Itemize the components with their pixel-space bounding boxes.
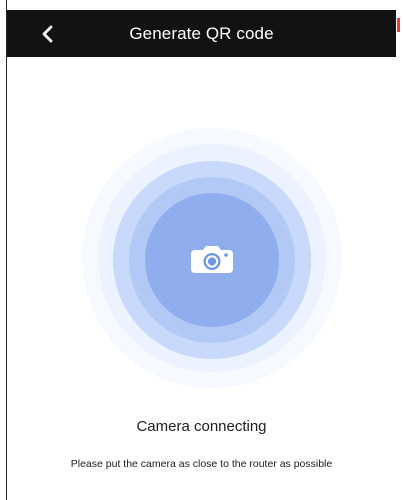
page-title: Generate QR code (129, 24, 274, 43)
edge-marker (397, 18, 400, 32)
generate-qr-screen: Generate QR code Camera connecting Pleas… (0, 0, 403, 500)
pulse-ring-middle (98, 144, 326, 372)
camera-position-hint: Please put the camera as close to the ro… (70, 458, 333, 470)
camera-icon (188, 241, 236, 277)
pulse-ring-core-outer (129, 177, 295, 343)
camera-status-label: Camera connecting (136, 418, 267, 435)
top-navigation-bar: Generate QR code (7, 10, 396, 57)
pulse-ring-outer (82, 128, 342, 388)
pulse-ring-inner (113, 161, 311, 359)
pulse-ring-core (145, 193, 279, 327)
